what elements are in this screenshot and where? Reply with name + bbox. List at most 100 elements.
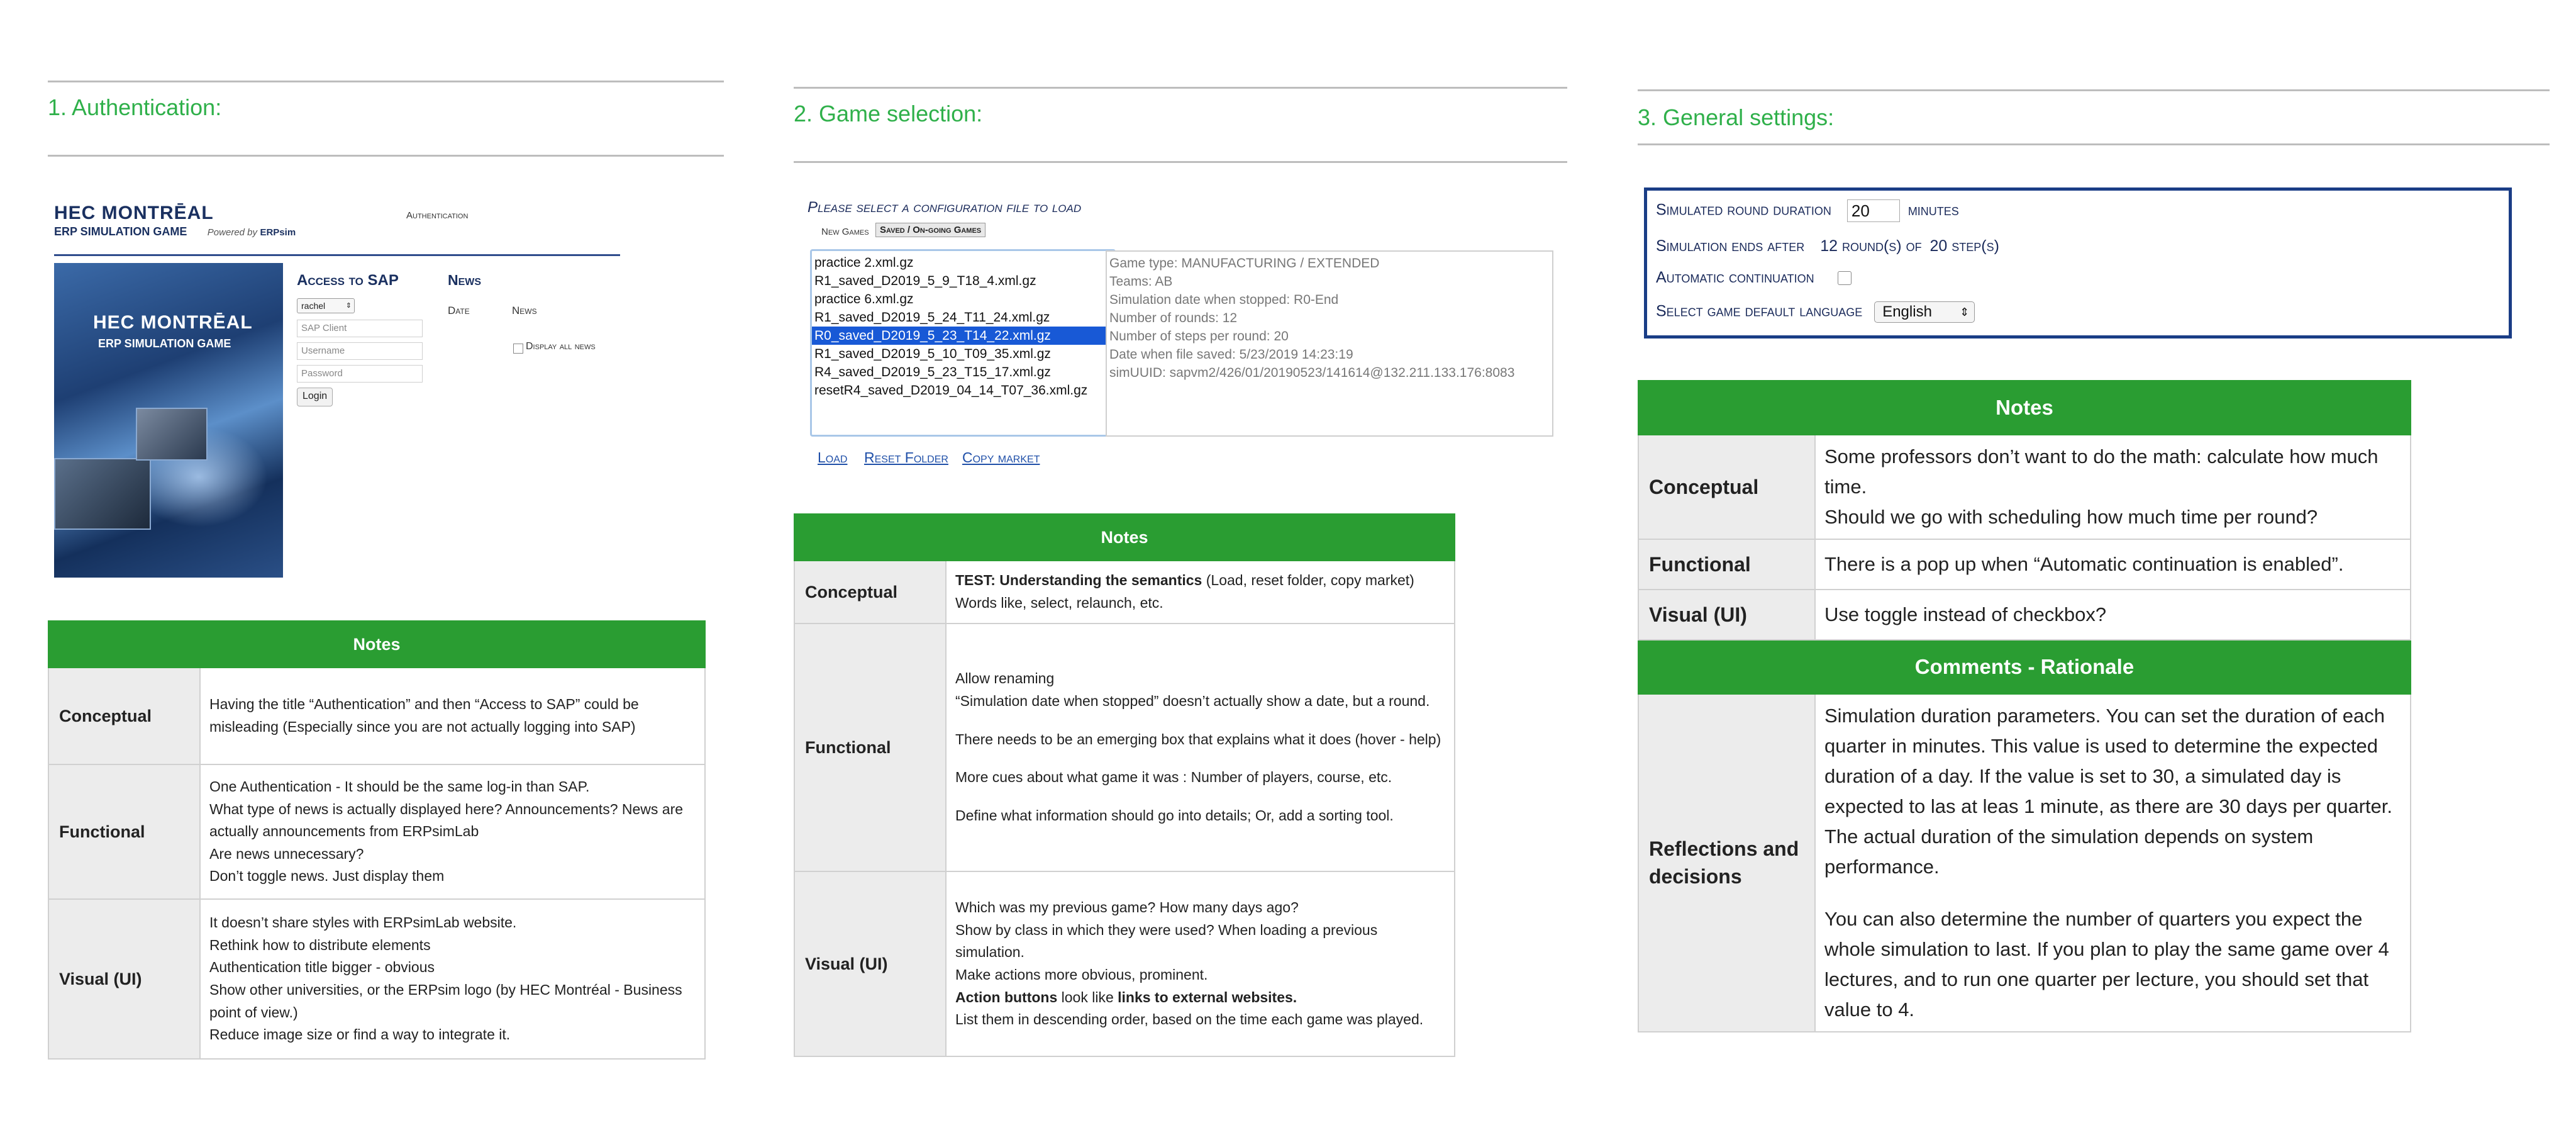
news-title: News (448, 272, 482, 288)
notes-header-row: Notes (48, 620, 706, 668)
note-line: Make actions more obvious, prominent. (955, 966, 1208, 983)
powered-by-label: Powered by (207, 227, 258, 238)
divider (794, 161, 1567, 163)
row-text: TEST: Understanding the semantics (Load,… (945, 560, 1455, 624)
file-item[interactable]: practice 2.xml.gz (812, 254, 1114, 272)
row-label: Visual (UI) (794, 871, 947, 1057)
note-gap (955, 789, 1445, 805)
tab-new-games[interactable]: New Games (821, 227, 869, 237)
row-text: Simulation duration parameters. You can … (1814, 693, 2411, 1032)
note-gap (1824, 882, 2401, 903)
username-field[interactable]: Username (297, 342, 423, 360)
display-all-checkbox[interactable] (513, 344, 523, 354)
notes-row-visual: Visual (UI) Use toggle instead of checkb… (1638, 589, 2411, 641)
select-arrows-icon: ⇕ (345, 302, 352, 310)
notes-row-functional: Functional Allow renaming “Simulation da… (794, 623, 1455, 872)
brand-subtitle: ERP SIMULATION GAME (54, 225, 187, 238)
rounds-of-label: round(s) of (1841, 237, 1922, 255)
tab-saved-games[interactable]: Saved / On-going Games (875, 223, 986, 237)
reset-folder-link[interactable]: Reset Folder (864, 449, 948, 466)
column-general-settings: 3. General settings: Simulated round dur… (1638, 0, 2550, 1130)
notes-row-conceptual: Conceptual TEST: Understanding the seman… (794, 560, 1455, 624)
copy-market-link[interactable]: Copy market (962, 449, 1040, 466)
steps-value[interactable]: 20 (1930, 237, 1948, 255)
note-paragraph: You can also determine the number of qua… (1824, 907, 2389, 1021)
divider (1638, 89, 2550, 91)
notes-header: Notes (1638, 380, 2411, 435)
note-line: There needs to be an emerging box that e… (955, 730, 1441, 747)
row-label: Conceptual (794, 560, 947, 624)
comments-header-row: Comments - Rationale (1638, 639, 2411, 695)
notes-header: Notes (794, 513, 1455, 561)
file-item[interactable]: R1_saved_D2019_5_9_T18_4.xml.gz (812, 272, 1114, 290)
reflections-row: Reflections and decisions Simulation dur… (1638, 693, 2411, 1032)
language-label: Select game default language (1656, 302, 1863, 320)
row-text: Which was my previous game? How many day… (945, 871, 1455, 1057)
language-value: English (1882, 303, 1932, 320)
file-item[interactable]: resetR4_saved_D2019_04_14_T07_36.xml.gz (812, 381, 1114, 400)
cover-subtitle: ERP SIMULATION GAME (98, 337, 231, 350)
note-line: Reduce image size or find a way to integ… (209, 1026, 511, 1043)
language-select[interactable]: English ⇕ (1874, 301, 1975, 323)
settings-panel: Simulated round duration 20 minutes Simu… (1644, 187, 2512, 338)
note-line: Are news unnecessary? (209, 845, 364, 862)
news-news-header: News (512, 305, 537, 316)
notes-header: Notes (48, 620, 706, 668)
load-link[interactable]: Load (818, 449, 847, 466)
round-duration-label: Simulated round duration (1656, 201, 1831, 219)
notes-row-functional: Functional One Authentication - It shoul… (48, 764, 706, 900)
note-line: Authentication title bigger - obvious (209, 959, 435, 976)
round-duration-row: Simulated round duration 20 minutes (1656, 199, 1959, 222)
file-item-selected[interactable]: R0_saved_D2019_5_23_T14_22.xml.gz (812, 327, 1114, 345)
note-line: Allow renaming (955, 669, 1055, 686)
note-line: “Simulation date when stopped” doesn’t a… (955, 692, 1430, 709)
ends-after-row: Simulation ends after 12 round(s) of 20 … (1656, 237, 1999, 255)
row-text: Having the title “Authentication” and th… (199, 667, 706, 765)
row-label: Functional (48, 764, 201, 900)
file-item[interactable]: practice 6.xml.gz (812, 290, 1114, 308)
note-line: Should we go with scheduling how much ti… (1824, 506, 2318, 529)
file-item[interactable]: R4_saved_D2019_5_23_T15_17.xml.gz (812, 363, 1114, 381)
row-text: Allow renaming “Simulation date when sto… (945, 623, 1455, 872)
rounds-value[interactable]: 12 (1820, 237, 1838, 255)
row-label: Conceptual (48, 667, 201, 765)
row-text: It doesn’t share styles with ERPsimLab w… (199, 898, 706, 1060)
row-label: Functional (794, 623, 947, 872)
erpsim-brand: HEC MONTRĒAL ERP SIMULATION GAME Powered… (54, 203, 296, 238)
news-date-header: Date (448, 305, 470, 316)
note-emphasis: TEST: Understanding the semantics (955, 572, 1202, 589)
file-item[interactable]: R1_saved_D2019_5_10_T09_35.xml.gz (812, 345, 1114, 363)
sap-client-field[interactable]: SAP Client (297, 320, 423, 337)
section-title: 3. General settings: (1638, 104, 1835, 130)
auto-continue-label: Automatic continuation (1656, 269, 1814, 286)
note-line: Action buttons look like links to extern… (955, 987, 1445, 1009)
row-text: One Authentication - It should be the sa… (199, 764, 706, 900)
config-file-list[interactable]: practice 2.xml.gz R1_saved_D2019_5_9_T18… (810, 249, 1116, 437)
row-text: Use toggle instead of checkbox? (1814, 589, 2411, 641)
password-field[interactable]: Password (297, 365, 423, 383)
note-line: Show by class in which they were used? W… (955, 921, 1378, 961)
column-game-selection: 2. Game selection: Please select a confi… (794, 0, 1567, 1130)
auto-continue-checkbox[interactable] (1837, 271, 1852, 286)
note-line: Having the title “Authentication” and th… (209, 696, 639, 735)
notes-row-visual: Visual (UI) It doesn’t share styles with… (48, 898, 706, 1060)
note-line: Define what information should go into d… (955, 807, 1394, 824)
note-emphasis: Action buttons (955, 988, 1058, 1005)
auth-header-label: Authentication (406, 210, 469, 221)
user-select[interactable]: rachel ⇕ (297, 298, 355, 313)
file-item[interactable]: R1_saved_D2019_5_24_T11_24.xml.gz (812, 308, 1114, 327)
file-details: Game type: MANUFACTURING / EXTENDED Team… (1106, 250, 1553, 437)
select-arrows-icon: ⇕ (1960, 306, 1970, 318)
detail-line: Date when file saved: 5/23/2019 14:23:19 (1109, 347, 1353, 362)
note-line: One Authentication - It should be the sa… (209, 778, 590, 795)
display-all-label: Display all news (526, 341, 596, 352)
round-duration-input[interactable]: 20 (1846, 199, 1900, 222)
row-label: Functional (1638, 539, 1816, 591)
erpsim-logo: ERPsim (260, 227, 296, 238)
divider (48, 81, 724, 82)
row-text: There is a pop up when “Automatic contin… (1814, 539, 2411, 591)
login-button[interactable]: Login (297, 388, 333, 406)
cover-title: HEC MONTRĒAL (93, 312, 253, 333)
note-line: Don’t toggle news. Just display them (209, 868, 445, 885)
note-line: Rethink how to distribute elements (209, 936, 431, 953)
